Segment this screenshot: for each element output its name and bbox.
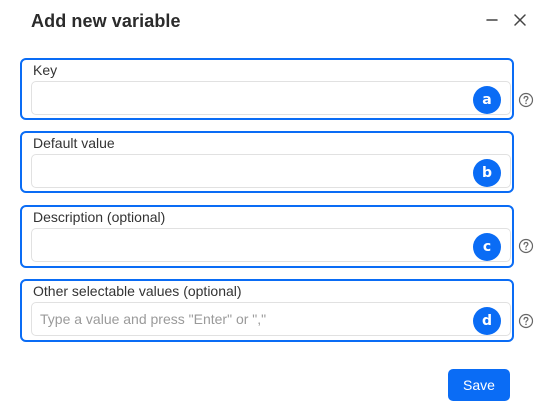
- selectable-values-label: Other selectable values (optional): [33, 283, 242, 299]
- key-help-button[interactable]: [518, 92, 534, 108]
- default-value-input[interactable]: [31, 154, 511, 188]
- dialog-title: Add new variable: [31, 11, 181, 31]
- key-label: Key: [33, 62, 58, 78]
- description-help-button[interactable]: [518, 238, 534, 254]
- help-circle-icon: [518, 238, 534, 254]
- key-input[interactable]: [31, 81, 511, 115]
- key-field-group: Key a: [20, 58, 514, 120]
- description-input[interactable]: [31, 228, 511, 262]
- description-field-group: Description (optional) c: [20, 205, 514, 268]
- close-button[interactable]: [510, 10, 530, 30]
- minimize-button[interactable]: [482, 10, 502, 30]
- close-icon: [514, 14, 526, 26]
- save-button[interactable]: Save: [448, 369, 510, 401]
- selectable-values-help-button[interactable]: [518, 313, 534, 329]
- help-circle-icon: [518, 92, 534, 108]
- selectable-values-field-group: Other selectable values (optional) d: [20, 279, 514, 342]
- description-label: Description (optional): [33, 209, 166, 225]
- help-circle-icon: [518, 313, 534, 329]
- selectable-values-input[interactable]: [31, 302, 511, 336]
- minimize-icon: [486, 19, 498, 21]
- default-value-label: Default value: [33, 135, 115, 151]
- default-value-field-group: Default value b: [20, 131, 514, 193]
